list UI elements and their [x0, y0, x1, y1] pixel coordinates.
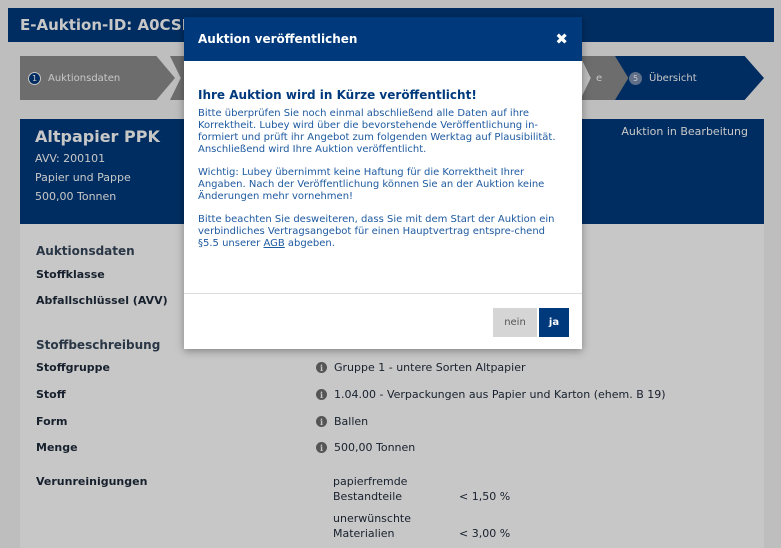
dialog-paragraph-contract: Bitte beachten Sie desweiteren, dass Sie…: [198, 214, 568, 250]
dialog-body: Ihre Auktion wird in Kürze veröffentlich…: [184, 61, 582, 250]
contract-text-end: abgeben.: [284, 238, 335, 249]
contract-text: Bitte beachten Sie desweiteren, dass Sie…: [198, 214, 555, 249]
close-icon[interactable]: ✖: [555, 31, 568, 47]
dialog-header: Auktion veröffentlichen ✖: [184, 17, 582, 61]
dialog-paragraph-warning: Wichtig: Lubey übernimmt keine Haftung f…: [198, 167, 545, 202]
dialog-footer: nein ja: [184, 293, 582, 349]
dialog-paragraph-check: Bitte überprüfen Sie noch einmal abschli…: [198, 108, 556, 155]
publish-auction-dialog: Auktion veröffentlichen ✖ Ihre Auktion w…: [184, 17, 582, 349]
confirm-button[interactable]: ja: [539, 308, 569, 337]
dialog-title: Auktion veröffentlichen: [198, 32, 358, 46]
cancel-button[interactable]: nein: [493, 308, 537, 337]
dialog-heading: Ihre Auktion wird in Kürze veröffentlich…: [198, 88, 477, 102]
agb-link[interactable]: AGB: [263, 238, 284, 249]
